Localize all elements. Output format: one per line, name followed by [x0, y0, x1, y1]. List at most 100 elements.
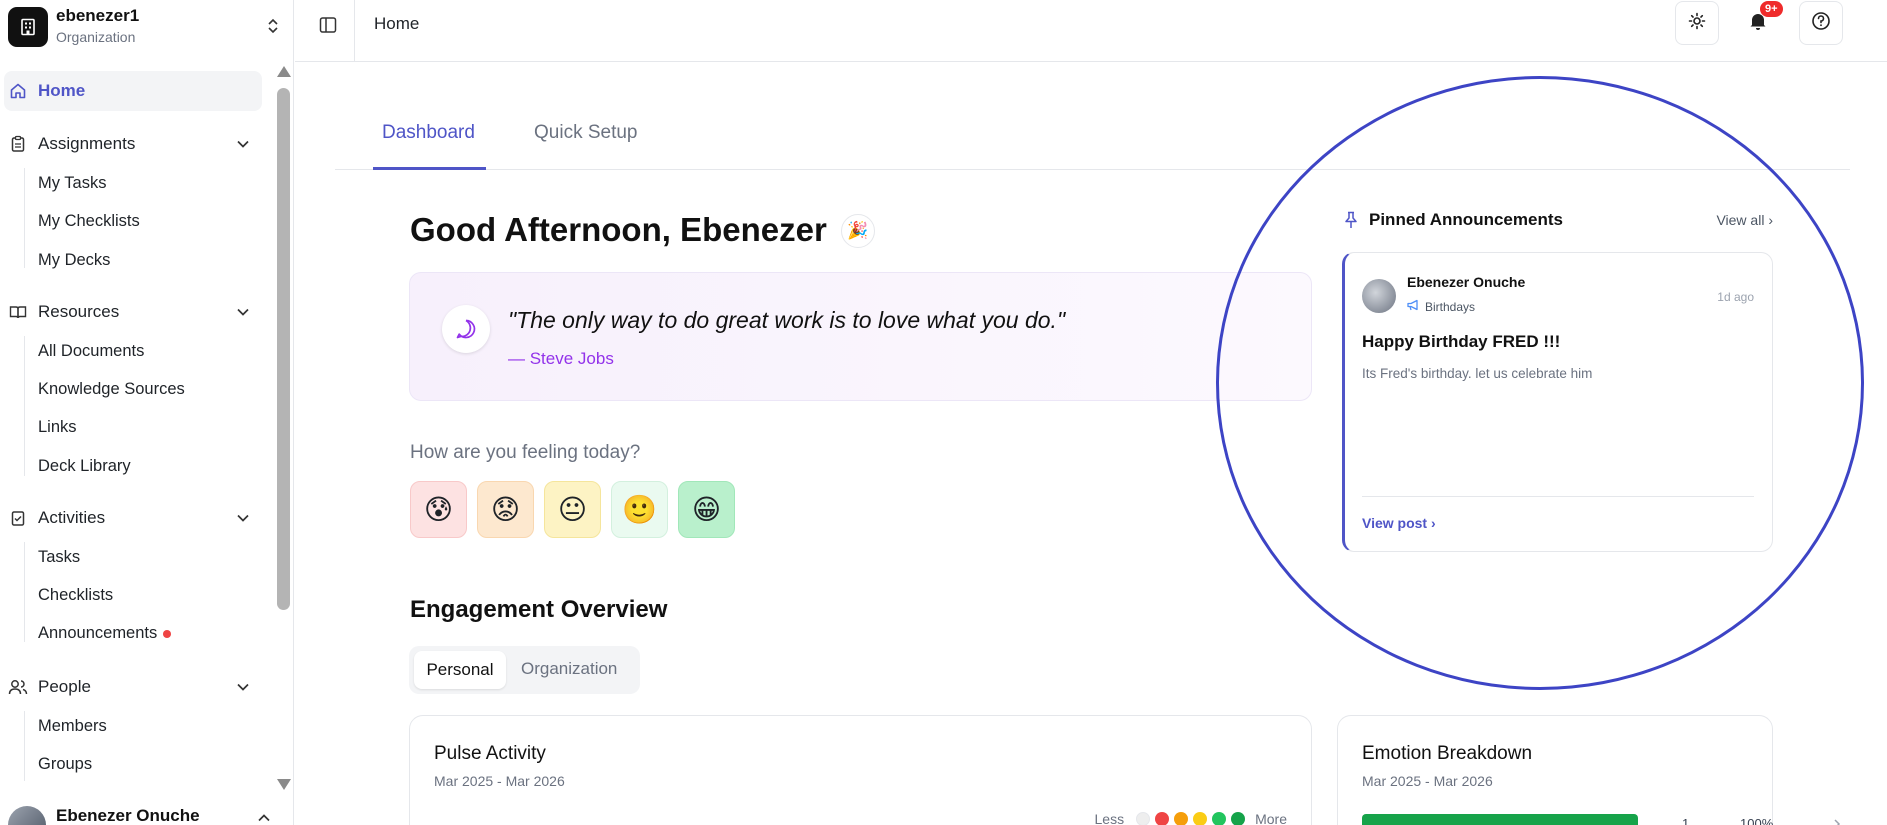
- scroll-thumb[interactable]: [277, 88, 290, 610]
- chevrons-up-down-icon: [263, 16, 283, 36]
- sidebar-group-assignments[interactable]: Assignments: [8, 129, 135, 159]
- chevron-down-icon[interactable]: [233, 302, 253, 322]
- tree-line: [24, 168, 25, 268]
- help-circle-icon: [1811, 11, 1831, 36]
- announcement-heading: Happy Birthday FRED !!!: [1362, 332, 1561, 351]
- help-button[interactable]: [1799, 1, 1843, 45]
- clipboard-icon: [8, 134, 28, 154]
- scroll-down-arrow-icon[interactable]: [277, 779, 291, 790]
- megaphone-icon: [1407, 299, 1420, 314]
- pinned-announcements-header: Pinned Announcements View all ›: [1343, 209, 1773, 233]
- unread-dot: [163, 629, 172, 638]
- tab-dashboard[interactable]: Dashboard: [382, 122, 475, 144]
- scroll-up-arrow-icon[interactable]: [277, 66, 291, 77]
- sidebar-group-resources[interactable]: Resources: [8, 297, 119, 327]
- tab-quick-setup[interactable]: Quick Setup: [534, 122, 638, 144]
- sidebar-item-checklists[interactable]: Checklists: [38, 582, 113, 608]
- quote-text: "The only way to do great work is to lov…: [508, 307, 1066, 333]
- tab-bar: Dashboard Quick Setup: [335, 92, 1850, 170]
- divider: [1362, 496, 1754, 497]
- sidebar-group-people[interactable]: People: [8, 672, 91, 702]
- party-popper-icon: 🎉: [841, 214, 875, 248]
- sidebar-group-activities[interactable]: Activities: [8, 503, 105, 533]
- sidebar-scrollbar[interactable]: [274, 66, 292, 790]
- sidebar-toggle-icon[interactable]: [317, 14, 339, 36]
- announcement-time: 1d ago: [1717, 290, 1754, 304]
- active-tab-indicator: [373, 167, 486, 170]
- segment-organization[interactable]: Organization: [521, 659, 617, 679]
- notifications-button[interactable]: 9+: [1736, 1, 1783, 45]
- mood-question: How are you feeling today?: [410, 442, 641, 463]
- view-post-link[interactable]: View post ›: [1362, 515, 1436, 531]
- pin-icon: [1343, 211, 1359, 234]
- chevron-down-icon[interactable]: [233, 134, 253, 154]
- tree-line: [24, 336, 25, 476]
- section-title: Engagement Overview: [410, 596, 668, 623]
- sidebar-item-my-decks[interactable]: My Decks: [38, 247, 110, 273]
- emotion-percent: 100%: [1740, 816, 1774, 825]
- emotion-bar: [1362, 814, 1638, 825]
- top-bar: Home 9+: [295, 0, 1887, 62]
- emotion-count: 1: [1682, 816, 1690, 825]
- chevron-down-icon[interactable]: [233, 508, 253, 528]
- user-name: Ebenezer Onuche: [56, 806, 200, 825]
- message-circle-icon: [442, 305, 490, 353]
- sidebar-item-members[interactable]: Members: [38, 713, 107, 739]
- theme-toggle-button[interactable]: [1675, 1, 1719, 45]
- announcement-card[interactable]: Ebenezer Onuche Birthdays 1d ago Happy B…: [1342, 252, 1773, 552]
- quote-card: "The only way to do great work is to lov…: [409, 272, 1312, 401]
- chevron-down-icon[interactable]: [233, 677, 253, 697]
- legend-more: More: [1255, 811, 1287, 825]
- engagement-scope-toggle: Personal Organization: [409, 646, 640, 694]
- sun-icon: [1688, 12, 1706, 35]
- chevron-right-icon: ›: [1768, 212, 1773, 228]
- sidebar-item-deck-library[interactable]: Deck Library: [38, 453, 131, 479]
- legend-swatch: [1174, 812, 1189, 825]
- home-icon: [8, 81, 28, 101]
- users-icon: [8, 677, 28, 697]
- sidebar-group-label: People: [38, 677, 91, 696]
- sidebar: ebenezer1 Organization Home Assignments …: [0, 0, 294, 825]
- mood-option-2[interactable]: 😟: [477, 481, 534, 538]
- panel-date-range: Mar 2025 - Mar 2026: [434, 773, 565, 789]
- sidebar-item-links[interactable]: Links: [38, 414, 77, 440]
- legend-swatch: [1231, 812, 1246, 825]
- segment-personal[interactable]: Personal: [414, 651, 506, 689]
- org-name: ebenezer1: [56, 6, 140, 25]
- sidebar-item-groups[interactable]: Groups: [38, 751, 92, 777]
- mood-option-1[interactable]: 😰: [410, 481, 467, 538]
- section-title: Pinned Announcements: [1369, 210, 1563, 229]
- panel-title: Emotion Breakdown: [1362, 743, 1533, 764]
- user-menu[interactable]: Ebenezer Onuche: [8, 800, 283, 825]
- panel-title: Pulse Activity: [434, 743, 546, 764]
- emotion-row: 1 100%: [1362, 814, 1773, 825]
- heatmap-legend: Less More: [1095, 811, 1287, 825]
- announcement-author: Ebenezer Onuche: [1407, 274, 1526, 290]
- sidebar-item-label: Announcements: [38, 624, 158, 642]
- org-switcher[interactable]: ebenezer1 Organization: [8, 4, 283, 48]
- view-all-link[interactable]: View all ›: [1716, 212, 1773, 228]
- chevron-right-icon[interactable]: [1832, 816, 1842, 825]
- announcement-body: Its Fred's birthday. let us celebrate hi…: [1362, 366, 1593, 381]
- avatar: [1362, 279, 1396, 313]
- quote-author: — Steve Jobs: [508, 349, 614, 368]
- view-all-label: View all: [1716, 212, 1765, 228]
- sidebar-item-announcements[interactable]: Announcements: [38, 620, 172, 646]
- sidebar-item-tasks[interactable]: Tasks: [38, 544, 80, 570]
- sidebar-item-my-checklists[interactable]: My Checklists: [38, 208, 140, 234]
- page-title: Good Afternoon, Ebenezer: [410, 211, 827, 248]
- sidebar-item-label: Home: [38, 81, 86, 100]
- announcement-category: Birthdays: [1407, 299, 1475, 314]
- mood-option-4[interactable]: 🙂: [611, 481, 668, 538]
- sidebar-item-all-documents[interactable]: All Documents: [38, 338, 144, 364]
- breadcrumb[interactable]: Home: [374, 14, 419, 34]
- avatar: [8, 806, 46, 825]
- sidebar-item-knowledge-sources[interactable]: Knowledge Sources: [38, 376, 185, 402]
- tree-line: [24, 711, 25, 781]
- sidebar-item-my-tasks[interactable]: My Tasks: [38, 170, 106, 196]
- pulse-activity-panel: Pulse Activity Mar 2025 - Mar 2026 Less …: [409, 715, 1312, 825]
- mood-option-5[interactable]: 😁: [678, 481, 735, 538]
- legend-less: Less: [1094, 811, 1125, 825]
- mood-option-3[interactable]: 😐: [544, 481, 601, 538]
- sidebar-item-home[interactable]: Home: [8, 76, 85, 106]
